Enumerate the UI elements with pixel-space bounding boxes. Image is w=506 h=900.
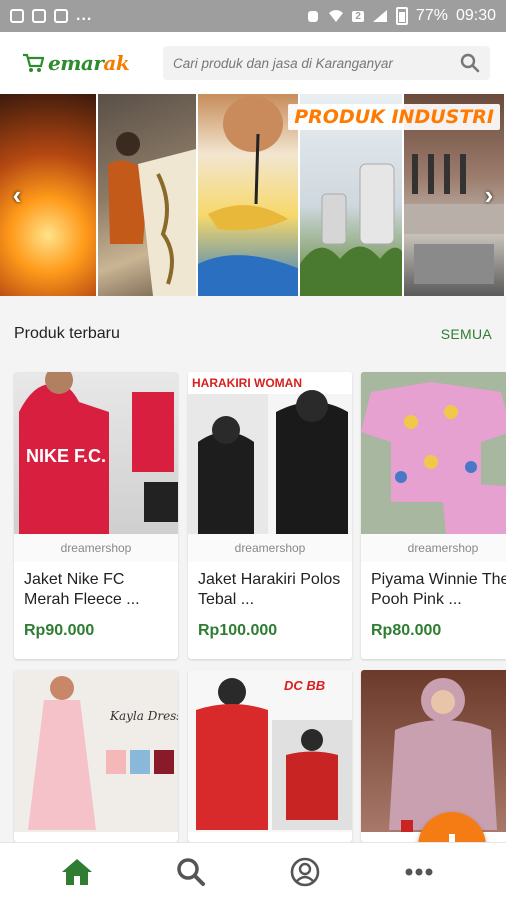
nav-home[interactable]	[55, 850, 99, 894]
product-price: Rp80.000	[371, 622, 442, 639]
hoodie-print: NIKE F.C.	[26, 446, 106, 466]
search-icon	[177, 857, 205, 886]
product-image: HARAKIRI WOMAN	[188, 372, 352, 534]
nav-more[interactable]	[397, 850, 441, 894]
product-card[interactable]: HARAKIRI WOMAN dreamershop Jaket Harakir…	[188, 372, 352, 659]
shop-name: dreamershop	[188, 534, 352, 562]
product-price: Rp90.000	[24, 622, 95, 639]
user-circle-icon	[290, 857, 320, 886]
product-card[interactable]: DC BB	[188, 670, 352, 842]
signal-icon	[372, 10, 387, 22]
product-card[interactable]: Kayla Dress	[14, 670, 178, 842]
product-card[interactable]: dreamershop Piyama Winnie The Pooh Pink …	[361, 372, 506, 659]
cart-logo-icon	[23, 53, 44, 72]
shop-name: dreamershop	[361, 534, 506, 562]
jacket-label: DC BB	[284, 678, 325, 693]
app-header: emarak Cari produk dan jasa di Karangany…	[0, 32, 506, 94]
battery-icon	[395, 7, 408, 25]
pink-hoodie-image	[389, 678, 497, 832]
wifi-icon	[329, 10, 344, 22]
chevron-right-icon[interactable]: ›	[476, 180, 502, 210]
instagram-icon	[10, 9, 24, 23]
banner-photo-batik	[98, 94, 198, 296]
product-image: DC BB	[188, 670, 352, 832]
pink-pajama-image	[361, 372, 506, 534]
dress-label: Kayla Dress	[109, 709, 178, 723]
system-icons: 2 77% 09:30	[306, 7, 496, 25]
app-notification-icon	[54, 9, 68, 23]
section-title: Produk terbaru	[14, 325, 120, 342]
alarm-icon	[308, 11, 319, 22]
sim-indicator: 2	[352, 10, 364, 22]
batik-artisan-image	[108, 132, 196, 296]
search-input[interactable]: Cari produk dan jasa di Karanganyar	[173, 56, 460, 71]
search-icon[interactable]	[460, 53, 480, 73]
shop-name: dreamershop	[14, 534, 178, 562]
logo-wordmark: emarak	[48, 51, 130, 75]
status-bar: ... 2 77% 09:30	[0, 0, 506, 32]
bottom-navigation	[0, 842, 506, 900]
more-icon	[405, 868, 433, 875]
pink-dress-image: Kayla Dress	[28, 676, 178, 830]
home-icon	[62, 858, 92, 885]
nav-profile[interactable]	[283, 850, 327, 894]
search-bar[interactable]: Cari produk dan jasa di Karanganyar	[163, 46, 490, 80]
product-name: Piyama Winnie The Pooh Pink ...	[371, 571, 506, 608]
red-jacket-image: DC BB	[196, 678, 352, 830]
chevron-left-icon[interactable]: ‹	[4, 180, 30, 210]
latest-products-header: Produk terbaru SEMUA	[0, 312, 506, 356]
black-jacket-image: HARAKIRI WOMAN	[188, 372, 352, 534]
product-image	[361, 670, 506, 832]
product-name: Jaket Nike FC Merah Fleece ...	[24, 571, 140, 608]
see-all-link[interactable]: SEMUA	[441, 326, 492, 342]
canting-painting-image	[198, 96, 298, 296]
more-notifications: ...	[76, 7, 93, 24]
clock: 09:30	[455, 7, 496, 24]
banner-title: PRODUK INDUSTRI	[288, 104, 500, 130]
app-logo[interactable]: emarak	[22, 51, 147, 75]
product-name: Jaket Harakiri Polos Tebal ...	[198, 571, 341, 608]
red-hoodie-image: NIKE F.C.	[19, 372, 178, 534]
product-image	[361, 372, 506, 534]
battery-percent: 77%	[415, 7, 448, 24]
product-image: NIKE F.C.	[14, 372, 178, 534]
notification-icons: ...	[10, 7, 92, 25]
product-card[interactable]: NIKE F.C. dreamershop Jaket Nike FC Mera…	[14, 372, 178, 659]
product-image: Kayla Dress	[14, 670, 178, 832]
jacket-brand-text: HARAKIRI WOMAN	[192, 376, 302, 390]
banner-photo-painting	[198, 94, 300, 296]
image-icon	[32, 9, 46, 23]
promo-banner[interactable]: PRODUK INDUSTRI ‹ ›	[0, 94, 506, 296]
product-price: Rp100.000	[198, 622, 278, 639]
nav-search[interactable]	[169, 850, 213, 894]
